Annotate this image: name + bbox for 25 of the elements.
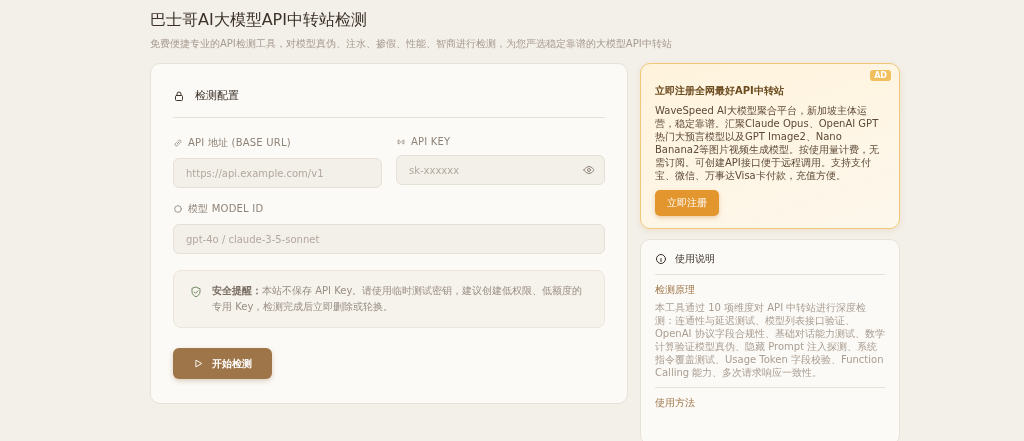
card-title: 使用说明 (675, 252, 715, 266)
field-label: 模型 MODEL ID (188, 202, 264, 216)
shield-check-icon (190, 286, 202, 298)
circle-icon (173, 204, 183, 214)
field-label: API KEY (411, 136, 451, 147)
security-notice: 安全提醒：本站不保存 API Key。请使用临时测试密钥，建议创建低权限、低额度的专用 Key，检测完成后立即删除或轮换。 (212, 284, 584, 314)
play-icon (193, 358, 204, 369)
eye-icon[interactable] (583, 164, 595, 176)
lock-icon (173, 89, 185, 102)
link-icon (173, 138, 183, 148)
input-field[interactable]: https://api.example.com/v1 (173, 158, 382, 188)
start-button[interactable]: 开始检测 (173, 348, 272, 379)
page-title: 巴士哥AI大模型API中转站检测 (150, 10, 368, 31)
info-icon (655, 253, 667, 265)
password-field[interactable]: sk-xxxxxx (396, 155, 605, 185)
ad-badge: AD (870, 70, 891, 81)
page-subtitle: 免费便捷专业的API检测工具，对模型真伪、注水、掺假、性能、智商进行检测，为您严选稳定靠谱的大模型API中转站 (150, 37, 673, 51)
section-heading: 检测原理 (655, 283, 696, 297)
register-button[interactable]: 立即注册 (655, 190, 719, 216)
ad-title: 立即注册全网最好API中转站 (655, 84, 785, 98)
card-title: 检测配置 (195, 88, 239, 103)
section-heading: 使用方法 (655, 396, 696, 410)
field-label: API 地址 (BASE URL) (188, 136, 291, 150)
input-field[interactable]: gpt-4o / claude-3-5-sonnet (173, 224, 605, 254)
ad-text: WaveSpeed AI大模型聚合平台，新加坡主体运营，稳定靠谱。汇聚Claude Opus、OpenAI GPT热门大预言模型以及GPT Image2、Nano Banana2等图片视频生成模型。按使用量计费，无需订阅。可创建API接口便于远程调用。支持支付宝、微信、万事达Visa卡付款，充值方便。 (655, 104, 881, 182)
